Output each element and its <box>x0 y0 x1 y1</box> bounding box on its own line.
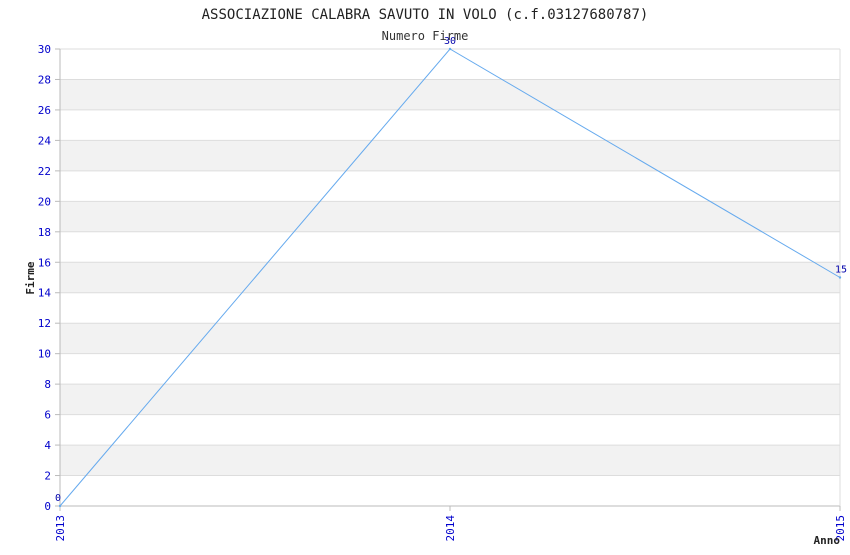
grid-bands <box>60 49 840 506</box>
y-tick-label: 30 <box>38 43 51 56</box>
y-tick-label: 26 <box>38 104 51 117</box>
grid-band <box>60 231 840 263</box>
line-chart: 024681012141618202224262830 2013 2014 2015… <box>24 7 847 547</box>
grid-band <box>60 445 840 476</box>
data-point <box>838 276 842 279</box>
grid-band <box>60 292 840 324</box>
y-tick-label: 16 <box>38 256 51 269</box>
y-tick-label: 24 <box>38 134 52 147</box>
y-tick-label: 28 <box>38 73 51 86</box>
chart-container: 0 2 4 6 8 10 12 14 16 18 20 22 24 26 28 30 2013 2014 2015… <box>0 0 850 550</box>
grid-band <box>60 170 840 202</box>
grid-band <box>60 140 840 171</box>
y-tick-label: 20 <box>38 195 51 208</box>
data-label: 0 <box>55 493 61 504</box>
y-tick-label: 18 <box>38 226 51 239</box>
chart-title: ASSOCIAZIONE CALABRA SAVUTO IN VOLO (c.f… <box>202 7 649 23</box>
y-tick-label: 22 <box>38 165 51 178</box>
y-tick-label: 8 <box>44 378 51 391</box>
chart-subtitle: Numero Firme <box>382 29 469 43</box>
y-tick-label: 0 <box>44 500 51 513</box>
data-point <box>448 47 452 51</box>
grid-band <box>60 49 840 80</box>
grid-band <box>60 414 840 446</box>
y-tick-label: 10 <box>38 348 51 361</box>
grid-band <box>60 475 840 506</box>
grid-band <box>60 109 840 141</box>
y-tick-labels: 024681012141618202224262830 <box>38 43 52 513</box>
grid-band <box>60 201 840 232</box>
x-axis-label: Anno <box>814 534 841 547</box>
y-tick-label: 6 <box>44 409 51 422</box>
y-tick-label: 12 <box>38 317 51 330</box>
y-tick-label: 2 <box>44 470 51 483</box>
data-point <box>58 504 62 508</box>
x-tick-label: 2014 <box>444 515 457 542</box>
y-tick-label: 14 <box>38 287 52 300</box>
y-tick-label: 4 <box>44 439 51 452</box>
x-tick-label: 2013 <box>54 515 67 542</box>
y-axis-label: Firme <box>24 261 37 294</box>
grid-band <box>60 79 840 110</box>
grid-band <box>60 323 840 354</box>
x-tick-labels: 2013 2014 2015 <box>54 506 847 542</box>
data-label: 15 <box>835 265 847 276</box>
grid-band <box>60 262 840 293</box>
grid-band <box>60 384 840 415</box>
